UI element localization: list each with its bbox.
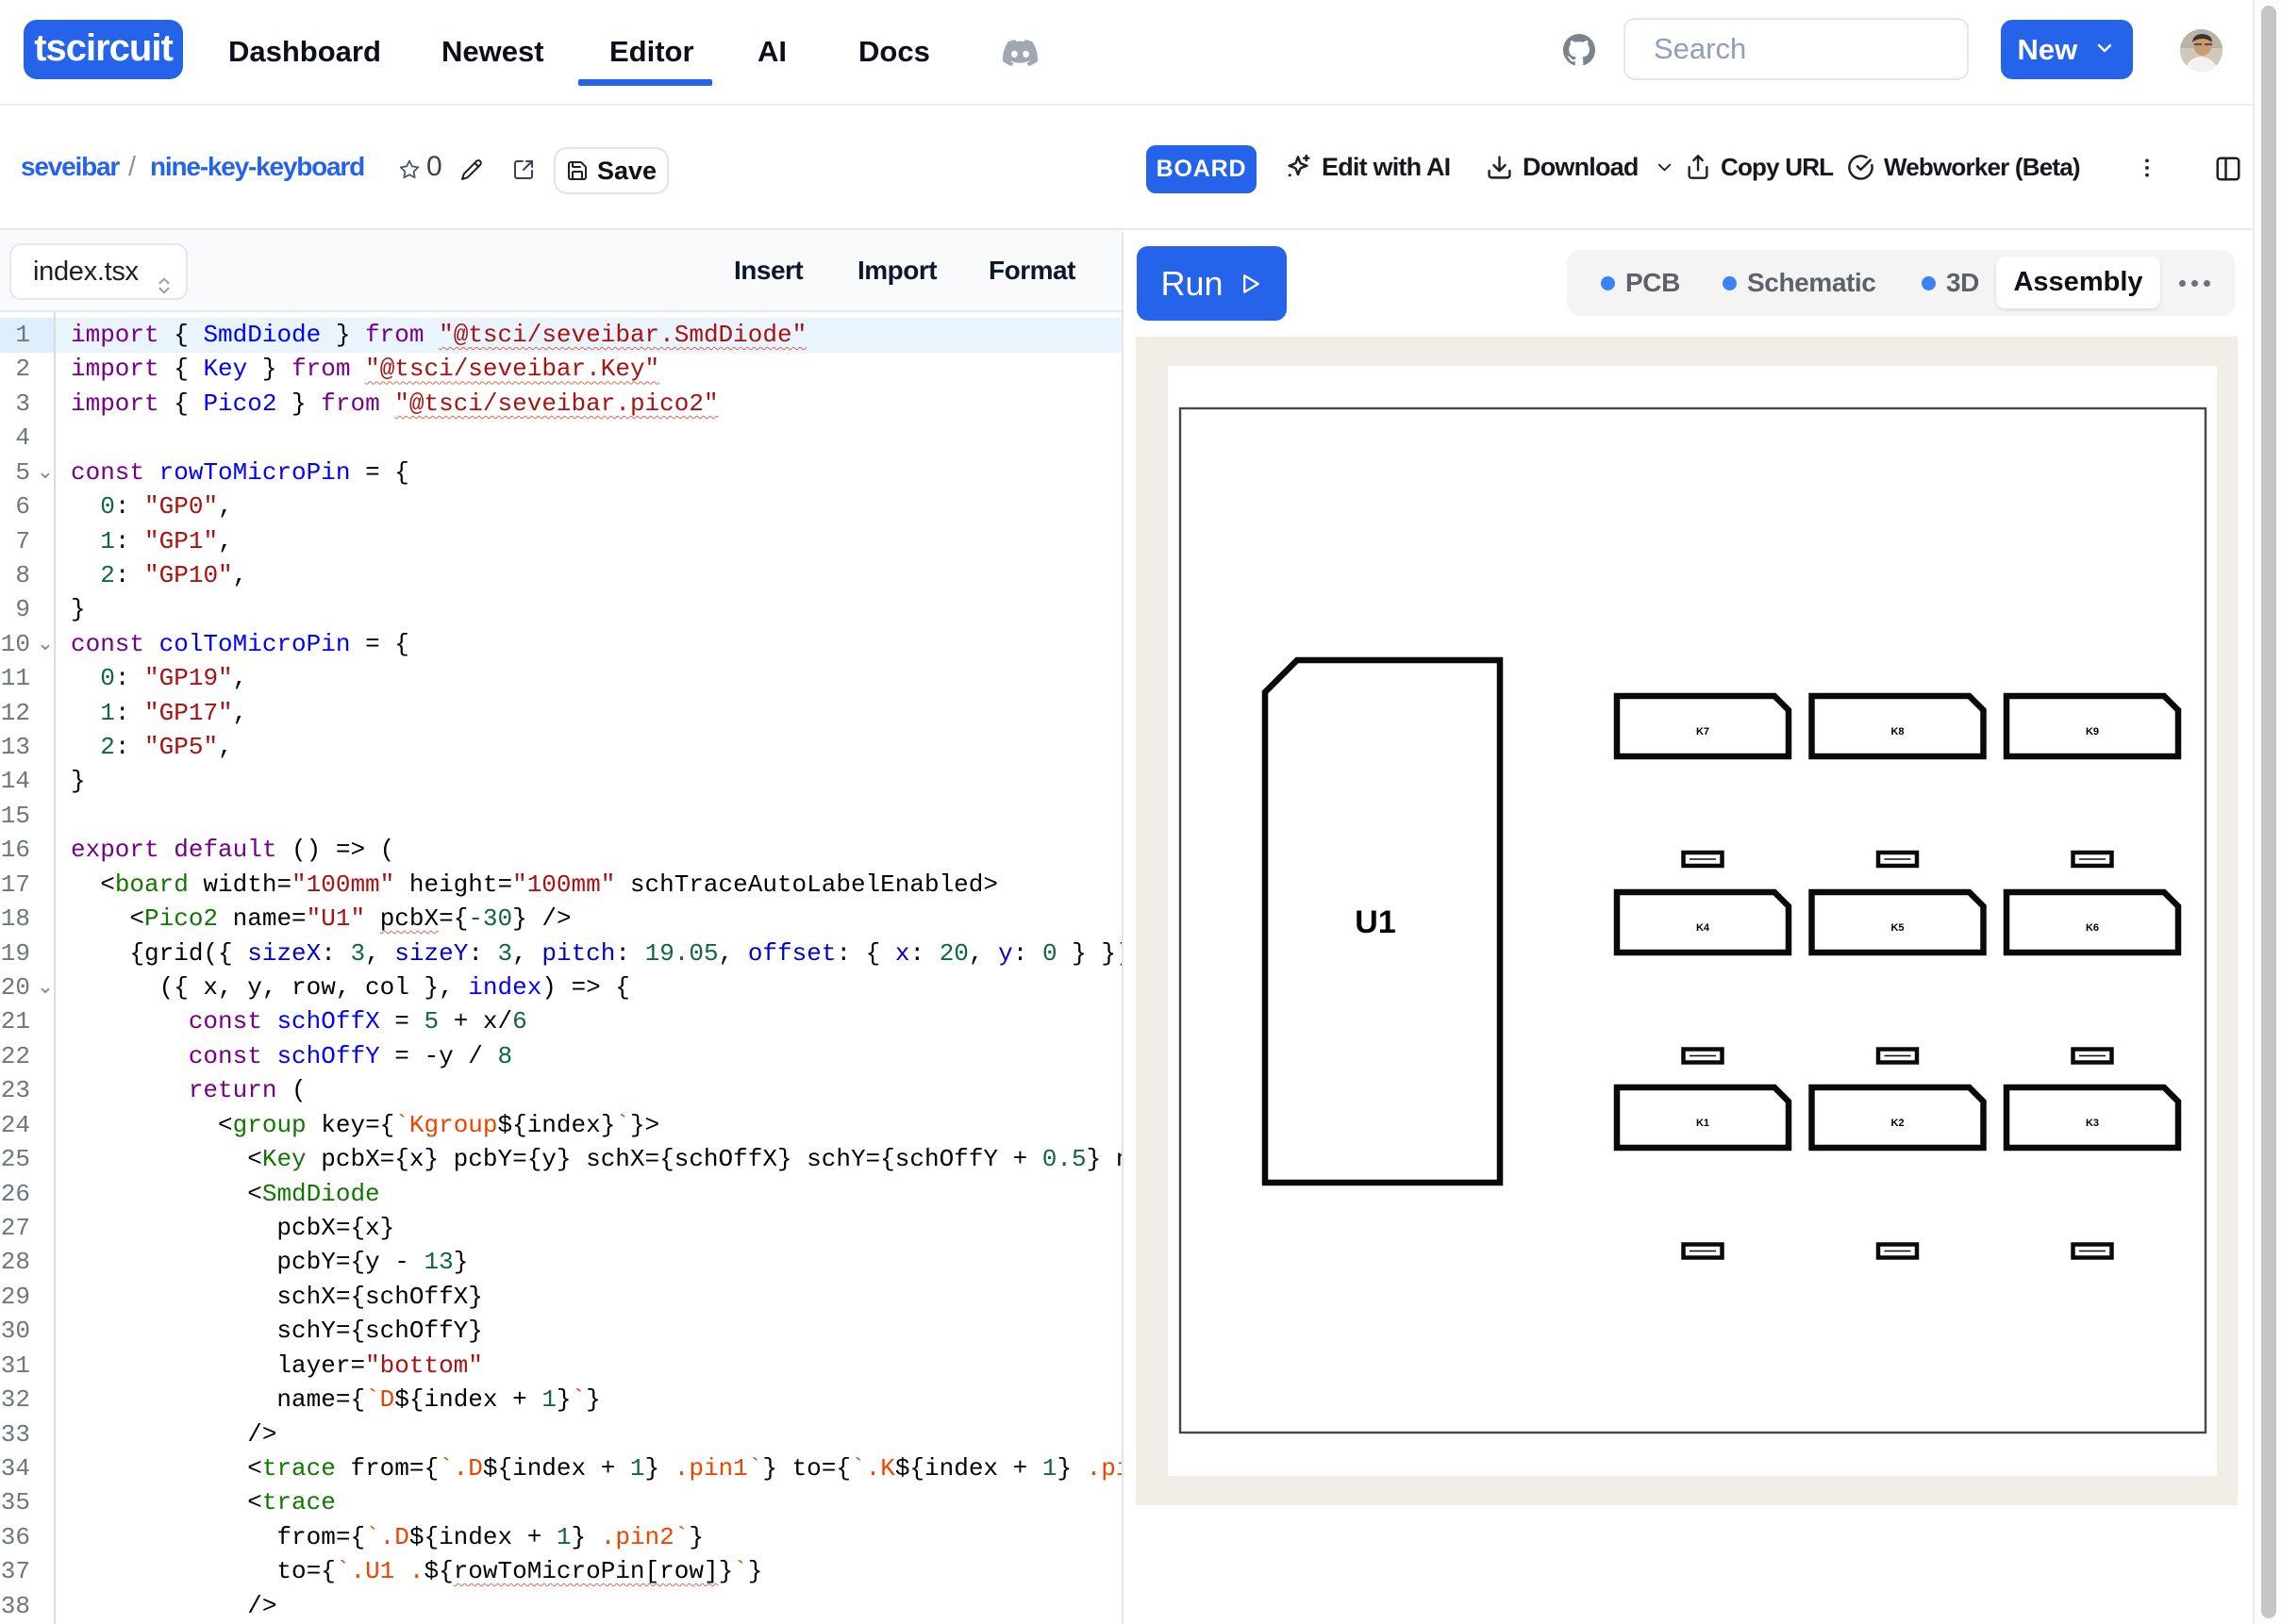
svg-text:K6: K6 [2086,922,2099,934]
svg-text:K7: K7 [1696,726,1709,737]
svg-text:K3: K3 [2086,1118,2099,1129]
svg-text:K9: K9 [2086,726,2099,737]
svg-text:U1: U1 [1355,904,1395,940]
svg-text:K5: K5 [1890,922,1904,934]
svg-text:K4: K4 [1696,922,1710,934]
svg-text:K8: K8 [1890,726,1904,737]
svg-text:K2: K2 [1890,1118,1904,1129]
svg-text:K1: K1 [1696,1118,1709,1129]
